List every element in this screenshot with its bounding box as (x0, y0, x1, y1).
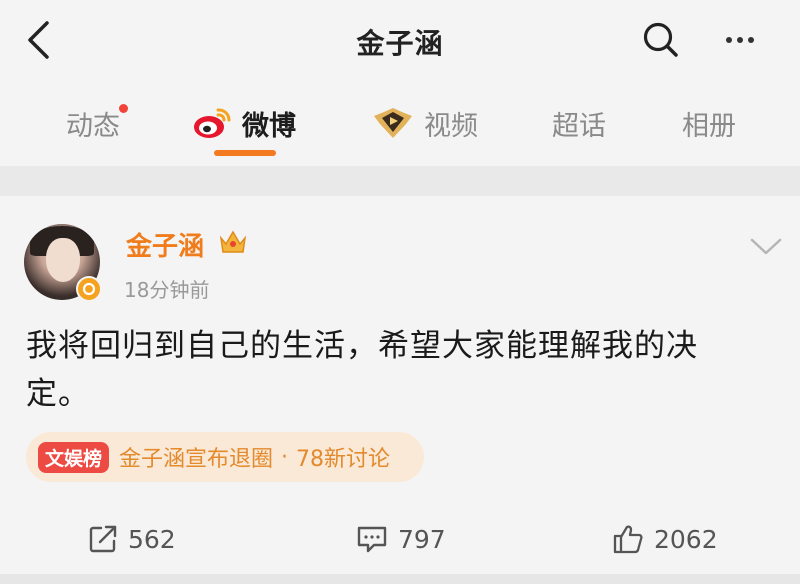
weibo-logo-icon (192, 106, 232, 140)
verified-badge-icon (76, 276, 102, 302)
more-horizontal-icon (726, 37, 732, 43)
comment-count: 797 (398, 524, 446, 554)
section-divider (0, 166, 800, 196)
chevron-down-icon (750, 238, 782, 255)
tab-label: 动态 (66, 110, 120, 142)
author-name[interactable]: 金子涵 (126, 226, 204, 263)
like-button[interactable]: 2062 (612, 522, 718, 556)
tab-album[interactable]: 相册 (682, 98, 736, 148)
tab-super-topic[interactable]: 超话 (552, 98, 606, 148)
search-button[interactable] (638, 18, 684, 62)
post-card: 金子涵 18分钟前 我将回归到自己的生活，希望大家能理解我的决定。 文娱榜 金子… (0, 196, 800, 574)
topic-title: 金子涵宣布退圈 (119, 447, 274, 472)
more-button[interactable] (716, 18, 764, 62)
active-tab-indicator (214, 150, 276, 156)
comment-button[interactable]: 797 (356, 522, 446, 556)
post-options-button[interactable] (746, 232, 786, 262)
post-actions: 562 797 2062 (0, 514, 800, 564)
search-icon (643, 22, 678, 57)
tab-label: 视频 (424, 110, 478, 142)
post-text: 我将回归到自己的生活，希望大家能理解我的决定。 (26, 328, 698, 412)
repost-button[interactable]: 562 (88, 522, 176, 556)
tab-feed[interactable]: 动态 (66, 98, 128, 148)
profile-tabs: 动态 微博 视频 超话 相册 (0, 80, 800, 166)
tab-label: 微博 (242, 110, 296, 142)
crown-icon (218, 228, 248, 260)
topic-rank-tag: 文娱榜 (38, 441, 110, 473)
tab-video[interactable]: 视频 (372, 98, 478, 148)
repost-count: 562 (128, 524, 176, 554)
tab-label: 相册 (682, 110, 736, 142)
tab-weibo[interactable]: 微博 (192, 98, 296, 148)
like-count: 2062 (654, 524, 718, 554)
thumbs-up-icon (613, 525, 643, 554)
repost-icon (89, 525, 117, 553)
topic-discussion-count: 78新讨论 (296, 447, 391, 472)
video-badge-icon (372, 106, 414, 140)
notification-dot (119, 104, 128, 113)
comment-icon (357, 526, 387, 553)
bottom-divider (0, 574, 800, 584)
topic-link[interactable]: 文娱榜 金子涵宣布退圈 · 78新讨论 (26, 432, 424, 482)
tab-label: 超话 (552, 110, 606, 142)
post-timestamp: 18分钟前 (124, 278, 210, 302)
topic-separator: · (281, 444, 289, 470)
top-bar: 金子涵 (0, 0, 800, 80)
